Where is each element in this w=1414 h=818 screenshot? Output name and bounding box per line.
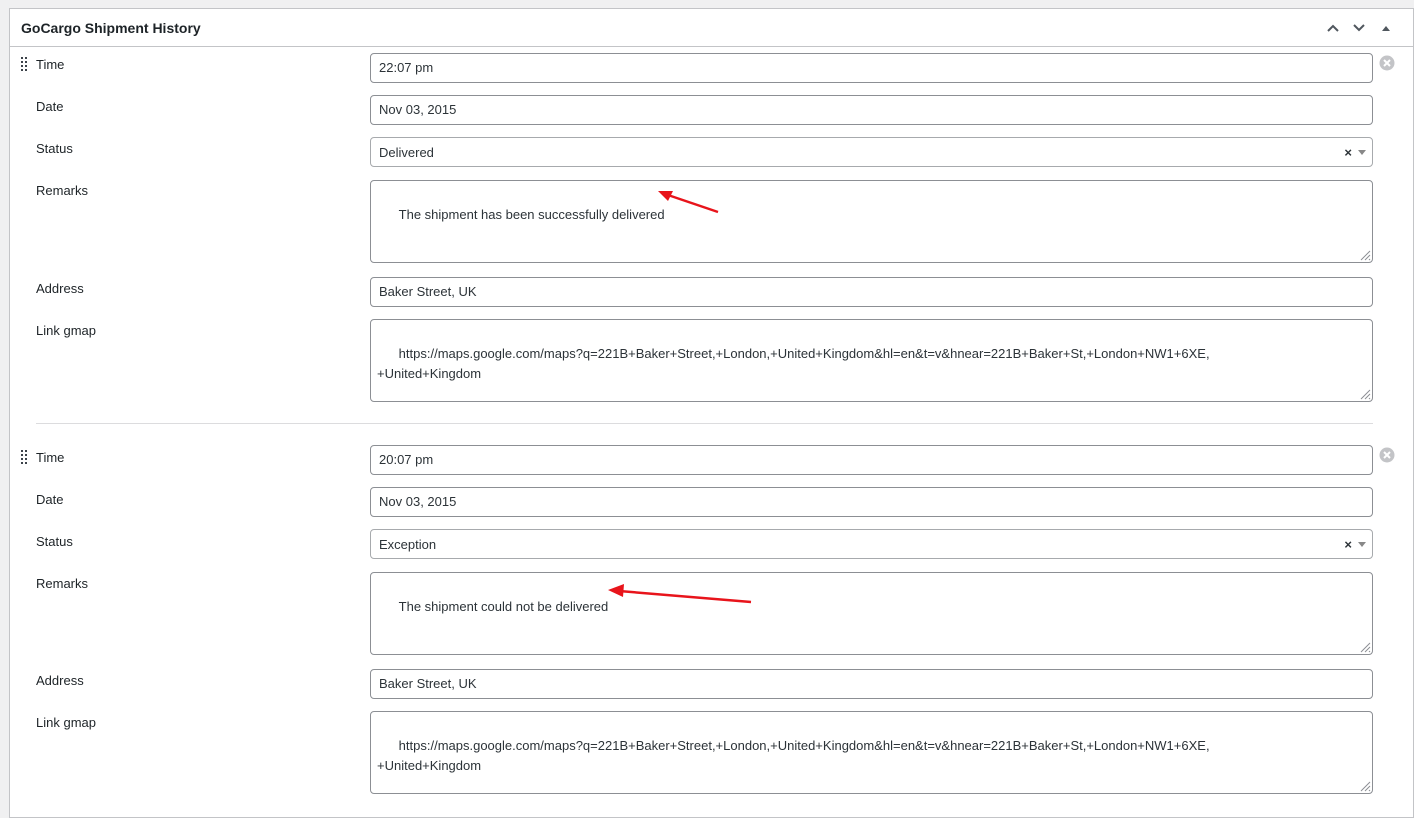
link-gmap-text: https://maps.google.com/maps?q=221B+Bake… — [377, 346, 1210, 381]
remarks-text: The shipment has been successfully deliv… — [398, 207, 665, 222]
link-gmap-label: Link gmap — [36, 323, 96, 338]
drag-handle-icon[interactable] — [21, 450, 29, 464]
time-label: Time — [36, 450, 65, 465]
chevron-down-icon — [1358, 150, 1366, 155]
remove-entry-icon[interactable] — [1379, 447, 1395, 463]
address-label: Address — [36, 281, 84, 296]
clear-status-icon[interactable]: × — [1344, 138, 1352, 167]
status-select[interactable]: Exception × — [370, 529, 1373, 559]
chevron-up-icon — [1327, 24, 1339, 32]
status-value: Exception — [379, 537, 437, 552]
chevron-down-icon — [1358, 542, 1366, 547]
link-gmap-text: https://maps.google.com/maps?q=221B+Bake… — [377, 738, 1210, 773]
status-select[interactable]: Delivered × — [370, 137, 1373, 167]
move-down-button[interactable] — [1349, 18, 1369, 38]
status-label: Status — [36, 534, 73, 549]
panel-header: GoCargo Shipment History — [10, 9, 1413, 47]
link-gmap-label: Link gmap — [36, 715, 96, 730]
resize-grip-icon[interactable] — [1359, 641, 1371, 653]
remarks-textarea[interactable]: The shipment has been successfully deliv… — [370, 180, 1373, 263]
remarks-label: Remarks — [36, 183, 89, 198]
remarks-text: The shipment could not be delivered — [398, 599, 609, 614]
move-up-button[interactable] — [1323, 18, 1343, 38]
link-gmap-textarea[interactable]: https://maps.google.com/maps?q=221B+Bake… — [370, 711, 1373, 794]
time-input[interactable]: 22:07 pm — [370, 53, 1373, 83]
drag-handle-icon[interactable] — [21, 57, 29, 71]
time-label: Time — [36, 57, 65, 72]
address-input[interactable]: Baker Street, UK — [370, 669, 1373, 699]
entry-divider — [36, 423, 1373, 424]
resize-grip-icon[interactable] — [1359, 780, 1371, 792]
date-label: Date — [36, 99, 64, 114]
resize-grip-icon[interactable] — [1359, 249, 1371, 261]
date-label: Date — [36, 492, 64, 507]
address-input[interactable]: Baker Street, UK — [370, 277, 1373, 307]
chevron-down-icon — [1353, 24, 1365, 32]
status-label: Status — [36, 141, 73, 156]
status-value: Delivered — [379, 145, 434, 160]
panel-title: GoCargo Shipment History — [21, 20, 201, 36]
remove-entry-icon[interactable] — [1379, 55, 1395, 71]
address-label: Address — [36, 673, 84, 688]
shipment-history-panel: GoCargo Shipment History Time 22:07 pm D… — [9, 8, 1414, 818]
time-input[interactable]: 20:07 pm — [370, 445, 1373, 475]
date-input[interactable]: Nov 03, 2015 — [370, 487, 1373, 517]
link-gmap-textarea[interactable]: https://maps.google.com/maps?q=221B+Bake… — [370, 319, 1373, 402]
date-input[interactable]: Nov 03, 2015 — [370, 95, 1373, 125]
remarks-label: Remarks — [36, 576, 89, 591]
remarks-textarea[interactable]: The shipment could not be delivered — [370, 572, 1373, 655]
clear-status-icon[interactable]: × — [1344, 530, 1352, 559]
triangle-up-icon — [1382, 26, 1390, 31]
resize-grip-icon[interactable] — [1359, 388, 1371, 400]
toggle-panel-button[interactable] — [1376, 18, 1396, 38]
